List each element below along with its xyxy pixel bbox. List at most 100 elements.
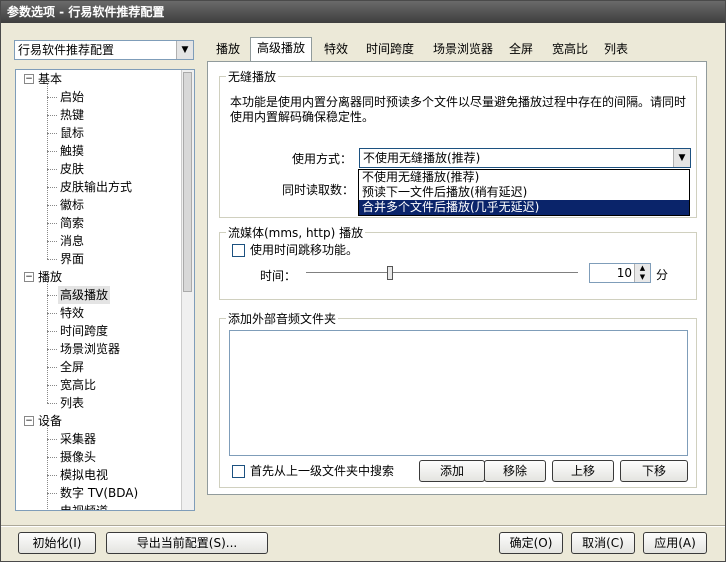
audio-folder-legend: 添加外部音频文件夹 [228,312,337,326]
tree-expander-icon[interactable]: − [24,416,34,426]
tree-group[interactable]: 播放 [38,268,62,286]
tab-0[interactable]: 播放 [216,39,240,61]
tree-connector [47,133,57,134]
spin-down-icon[interactable]: ▼ [635,273,650,282]
chevron-down-icon[interactable]: ▼ [176,41,193,59]
tree-group[interactable]: 设备 [38,412,62,430]
tree-connector [47,493,57,494]
tree-item[interactable]: 高级播放 [58,286,111,304]
tab-3[interactable]: 时间跨度 [366,39,414,61]
search-parent-checkbox[interactable] [232,465,245,478]
seamless-playback-legend: 无缝播放 [228,70,277,84]
tree-connector [47,385,57,386]
ok-button[interactable]: 确定(O) [499,532,563,554]
mode-dropdown-list[interactable]: 不使用无缝播放(推荐) 预读下一文件后播放(稍有延迟) 合并多个文件后播放(几乎无延… [358,169,690,216]
tree-item[interactable]: 简索 [60,214,84,232]
tree-item[interactable]: 时间跨度 [60,322,108,340]
tree-connector [47,223,57,224]
chevron-down-icon[interactable]: ▼ [673,149,690,167]
tree-item[interactable]: 消息 [60,232,84,250]
concurrent-read-label: 同时读取数： [282,183,355,197]
time-slider[interactable] [306,272,578,276]
window-title: 参数选项 - 行易软件推荐配置 [7,5,165,19]
mode-select[interactable]: 不使用无缝播放(推荐) ▼ [359,148,691,168]
tree-connector [47,475,57,476]
mode-option[interactable]: 预读下一文件后播放(稍有延迟) [359,185,689,200]
time-shift-checkbox[interactable] [232,244,245,257]
tree-item[interactable]: 全屏 [60,358,84,376]
tab-2[interactable]: 特效 [324,39,348,61]
tree-item[interactable]: 列表 [60,394,84,412]
tab-7[interactable]: 列表 [604,39,628,61]
mode-label: 使用方式： [292,152,353,166]
init-button[interactable]: 初始化(I) [18,532,96,554]
tree-connector [47,84,48,259]
audio-folder-list[interactable] [229,330,688,456]
profile-select[interactable]: 行易软件推荐配置 ▼ [14,40,194,60]
spin-buttons[interactable]: ▲ ▼ [634,264,650,282]
tree-item[interactable]: 数字 TV(BDA) [60,484,138,502]
tree-item[interactable]: 采集器 [60,430,96,448]
tree-item[interactable]: 电视频道 [60,502,108,510]
tree-scrollbar-thumb[interactable] [183,72,192,292]
tree-connector [47,205,57,206]
tree-item[interactable]: 鼠标 [60,124,84,142]
category-tree[interactable]: − 基本 启始 热键 鼠标 触摸 皮肤 皮肤输出方式 徽标 简索 消息 界面 − 播放 高级播放 特效 时间跨度… [15,69,195,511]
title-bar[interactable]: 参数选项 - 行易软件推荐配置 [1,1,725,23]
spin-up-icon[interactable]: ▲ [635,264,650,273]
mode-option[interactable]: 合并多个文件后播放(几乎无延迟) [359,200,689,215]
tree-expander-icon[interactable]: − [24,74,34,84]
streaming-legend: 流媒体(mms, http) 播放 [228,226,364,240]
tab-4[interactable]: 场景浏览器 [433,39,493,61]
time-slider-thumb[interactable] [387,266,394,280]
move-up-button[interactable]: 上移 [552,460,614,482]
apply-button[interactable]: 应用(A) [643,532,707,554]
time-label: 时间： [260,269,297,283]
tree-connector [47,457,57,458]
tree-connector [47,331,57,332]
tree-item[interactable]: 皮肤输出方式 [60,178,132,196]
tree-connector [47,97,57,98]
move-down-button[interactable]: 下移 [620,460,688,482]
cancel-button[interactable]: 取消(C) [571,532,635,554]
tree-item[interactable]: 启始 [60,88,84,106]
export-config-button[interactable]: 导出当前配置(S)... [106,532,268,554]
time-spinbox[interactable]: 10 ▲ ▼ [589,263,651,283]
seamless-description-line2: 使用内置解码确保稳定性。 [230,110,375,124]
mode-option[interactable]: 不使用无缝播放(推荐) [359,170,689,185]
tree-item[interactable]: 触摸 [60,142,84,160]
tree-connector [47,241,57,242]
tree-connector [47,169,57,170]
tab-6[interactable]: 宽高比 [552,39,588,61]
tree-connector [47,403,57,404]
tree-item[interactable]: 徽标 [60,196,84,214]
search-parent-label: 首先从上一级文件夹中搜索 [250,464,395,478]
remove-button[interactable]: 移除 [484,460,546,482]
tree-item[interactable]: 场景浏览器 [60,340,120,358]
tree-connector [47,259,57,260]
tab-5[interactable]: 全屏 [509,39,533,61]
tree-expander-icon[interactable]: − [24,272,34,282]
mode-select-value: 不使用无缝播放(推荐) [363,151,481,165]
add-button[interactable]: 添加 [419,460,485,482]
tree-connector [47,187,57,188]
tree-connector [47,349,57,350]
tree-item[interactable]: 热键 [60,106,84,124]
tree-connector [47,151,57,152]
tree-item[interactable]: 特效 [60,304,84,322]
tree-item[interactable]: 界面 [60,250,84,268]
options-dialog: 参数选项 - 行易软件推荐配置 行易软件推荐配置 ▼ − 基本 启始 热键 鼠标 触摸 皮肤… [0,0,726,562]
tree-item[interactable]: 摄像头 [60,448,96,466]
tree-connector [47,367,57,368]
tree-connector [47,115,57,116]
time-unit: 分 [656,268,669,282]
tree-item[interactable]: 模拟电视 [60,466,108,484]
tree-item[interactable]: 宽高比 [60,376,96,394]
tree-connector [47,439,57,440]
tree-item[interactable]: 皮肤 [60,160,84,178]
tab-1[interactable]: 高级播放 [250,37,313,62]
tree-scrollbar[interactable] [181,70,194,510]
tree-group[interactable]: 基本 [38,70,62,88]
footer-divider [1,525,725,527]
tree-connector [47,426,48,510]
